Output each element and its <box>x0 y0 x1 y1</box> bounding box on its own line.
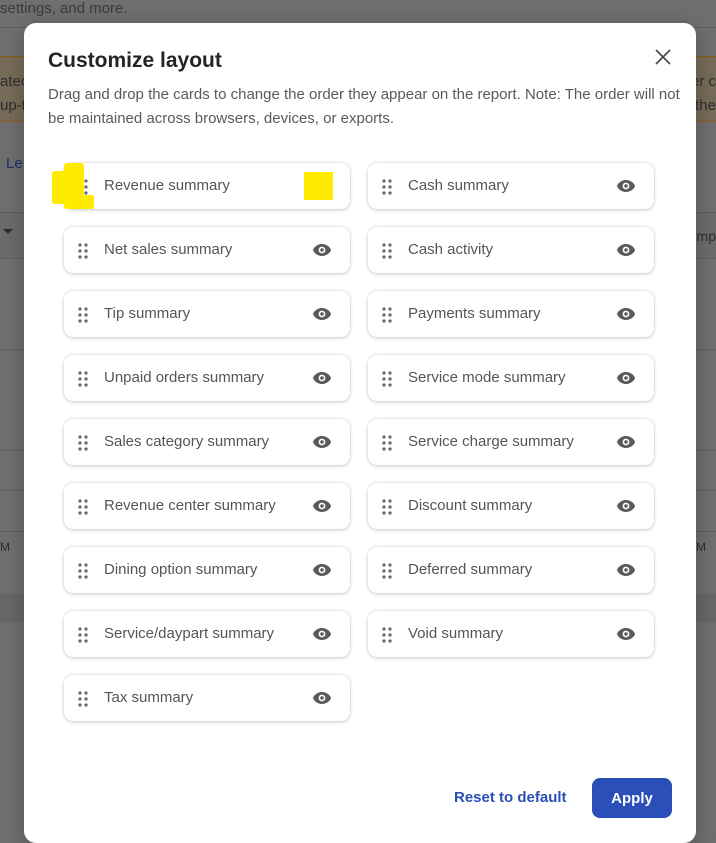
layout-card[interactable]: Service charge summary <box>368 419 654 465</box>
close-icon <box>655 49 671 65</box>
layout-card[interactable]: Service mode summary <box>368 355 654 401</box>
drag-handle-icon[interactable] <box>78 307 88 323</box>
drag-handle-icon[interactable] <box>78 499 88 515</box>
eye-icon[interactable] <box>312 626 332 642</box>
card-label: Cash activity <box>408 241 494 258</box>
layout-card[interactable]: Deferred summary <box>368 547 654 593</box>
card-label: Revenue summary <box>104 177 230 194</box>
highlight-mark <box>74 195 94 209</box>
layout-card[interactable]: Unpaid orders summary <box>64 355 350 401</box>
eye-icon[interactable] <box>312 690 332 706</box>
customize-layout-dialog: Customize layout Drag and drop the cards… <box>24 23 696 843</box>
card-label: Service/daypart summary <box>104 625 275 642</box>
layout-card[interactable]: Revenue center summary <box>64 483 350 529</box>
background-link: Le <box>6 155 23 172</box>
card-label: Service mode summary <box>408 369 566 386</box>
layout-card[interactable]: Cash activity <box>368 227 654 273</box>
drag-handle-icon[interactable] <box>382 627 392 643</box>
drag-handle-icon[interactable] <box>78 243 88 259</box>
drag-handle-icon[interactable] <box>78 371 88 387</box>
drag-handle-icon[interactable] <box>78 435 88 451</box>
eye-icon[interactable] <box>312 242 332 258</box>
dialog-title: Customize layout <box>48 49 222 72</box>
alert-text: up-t <box>0 97 26 114</box>
layout-card[interactable]: Discount summary <box>368 483 654 529</box>
card-label: Unpaid orders summary <box>104 369 265 386</box>
background-cell: M <box>696 540 706 554</box>
card-label: Void summary <box>408 625 504 642</box>
card-label: Service charge summary <box>408 433 574 450</box>
eye-icon[interactable] <box>616 178 636 194</box>
eye-icon[interactable] <box>616 626 636 642</box>
drag-handle-icon[interactable] <box>382 243 392 259</box>
card-label: Tip summary <box>104 305 191 322</box>
caret-down-icon <box>3 229 13 234</box>
eye-icon[interactable] <box>312 498 332 514</box>
drag-handle-icon[interactable] <box>382 307 392 323</box>
alert-text: the <box>695 97 716 114</box>
layout-card[interactable]: Tip summary <box>64 291 350 337</box>
card-label: Sales category summary <box>104 433 270 450</box>
layout-card[interactable]: Payments summary <box>368 291 654 337</box>
card-label: Deferred summary <box>408 561 533 578</box>
drag-handle-icon[interactable] <box>382 435 392 451</box>
card-label: Payments summary <box>408 305 541 322</box>
card-label: Tax summary <box>104 689 194 706</box>
drag-handle-icon[interactable] <box>382 371 392 387</box>
layout-card[interactable]: Sales category summary <box>64 419 350 465</box>
eye-icon[interactable] <box>312 306 332 322</box>
eye-icon[interactable] <box>616 370 636 386</box>
background-cell: M <box>0 540 10 554</box>
card-label: Dining option summary <box>104 561 258 578</box>
drag-handle-icon[interactable] <box>78 563 88 579</box>
layout-card[interactable]: Tax summary <box>64 675 350 721</box>
eye-icon[interactable] <box>616 242 636 258</box>
eye-icon[interactable] <box>312 434 332 450</box>
eye-icon[interactable] <box>616 306 636 322</box>
eye-icon[interactable] <box>616 562 636 578</box>
layout-card[interactable]: Service/daypart summary <box>64 611 350 657</box>
card-label: Revenue center summary <box>104 497 276 514</box>
eye-icon[interactable] <box>312 562 332 578</box>
highlight-mark <box>304 172 333 200</box>
layout-card[interactable]: Cash summary <box>368 163 654 209</box>
eye-icon[interactable] <box>312 370 332 386</box>
apply-button[interactable]: Apply <box>592 778 672 818</box>
drag-handle-icon[interactable] <box>78 627 88 643</box>
card-label: Discount summary <box>408 497 533 514</box>
reset-to-default-button[interactable]: Reset to default <box>454 789 567 806</box>
card-label: Net sales summary <box>104 241 233 258</box>
layout-card[interactable]: Dining option summary <box>64 547 350 593</box>
drag-handle-icon[interactable] <box>382 499 392 515</box>
drag-handle-icon[interactable] <box>78 691 88 707</box>
drag-handle-icon[interactable] <box>382 563 392 579</box>
card-label: Cash summary <box>408 177 509 194</box>
background-text: settings, and more. <box>0 0 128 17</box>
layout-card[interactable]: Net sales summary <box>64 227 350 273</box>
drag-handle-icon[interactable] <box>382 179 392 195</box>
layout-card[interactable]: Void summary <box>368 611 654 657</box>
dialog-description: Drag and drop the cards to change the or… <box>48 86 680 127</box>
eye-icon[interactable] <box>616 498 636 514</box>
eye-icon[interactable] <box>616 434 636 450</box>
close-button[interactable] <box>650 44 676 70</box>
